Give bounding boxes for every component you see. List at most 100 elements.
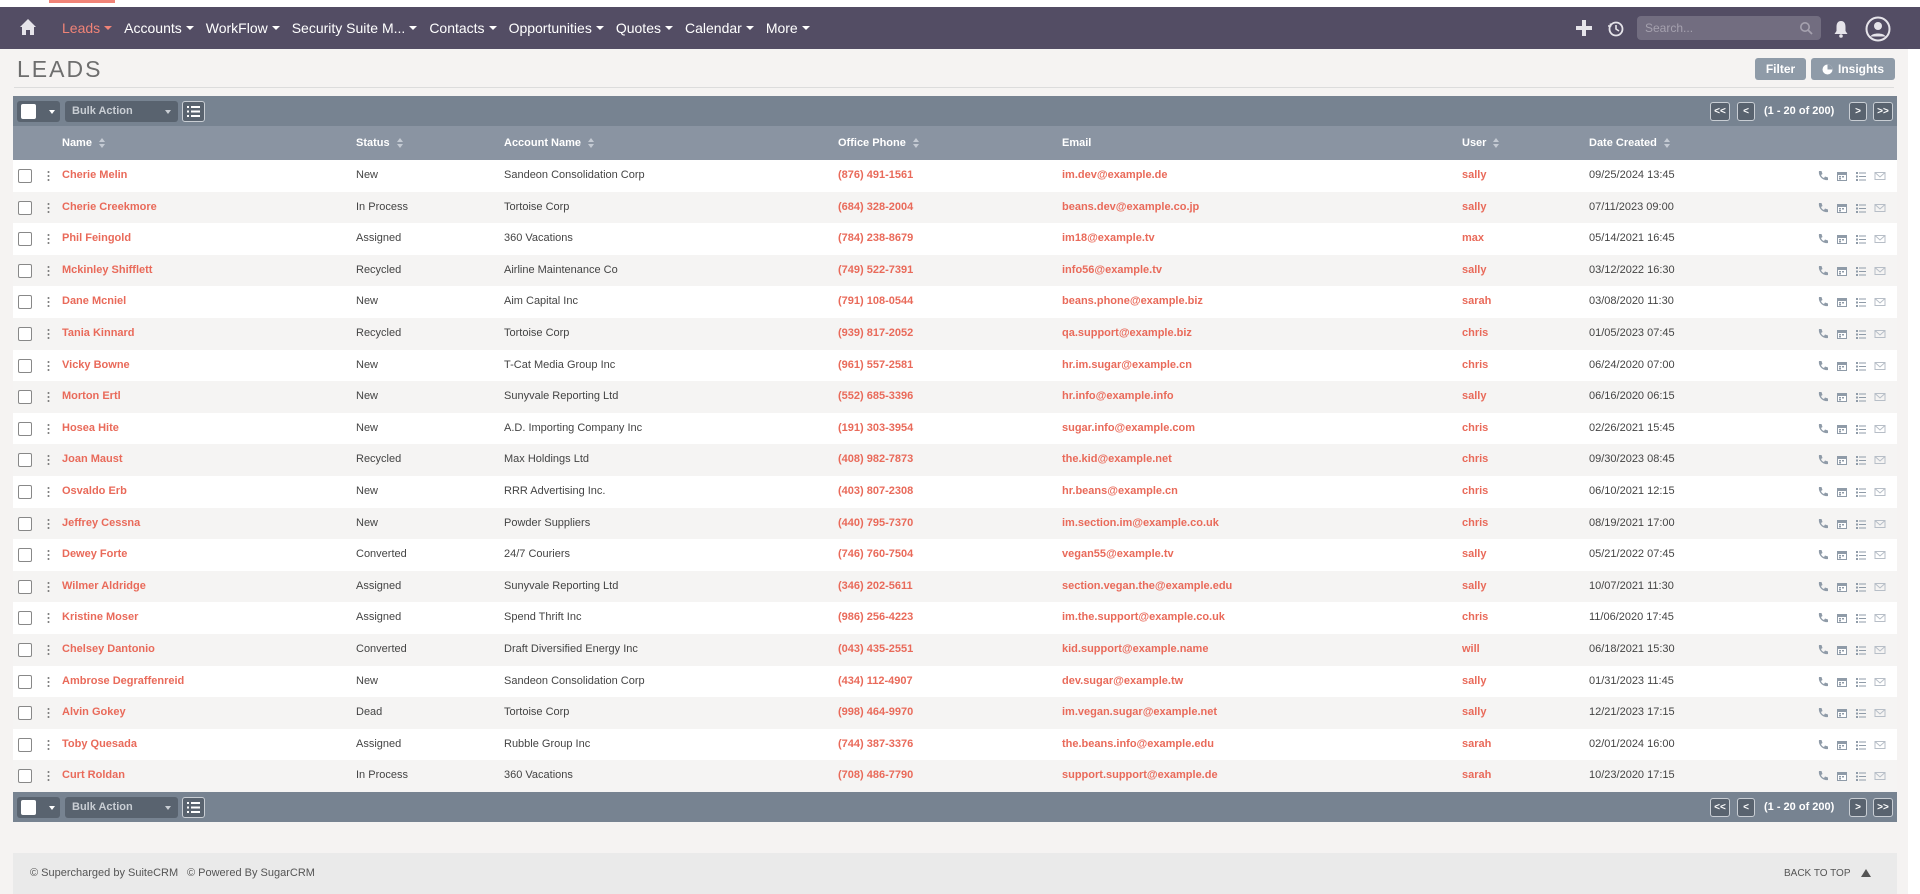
cell-phone[interactable]: (043) 435-2551 (838, 634, 913, 666)
row-checkbox[interactable] (18, 295, 32, 310)
tasks-icon[interactable] (1855, 170, 1867, 182)
cell-phone[interactable]: (191) 303-3954 (838, 413, 913, 445)
cell-email[interactable]: info56@example.tv (1062, 255, 1162, 287)
first-page-button[interactable]: << (1710, 102, 1730, 121)
tasks-icon[interactable] (1855, 612, 1867, 624)
cell-email[interactable]: im.section.im@example.co.uk (1062, 508, 1219, 540)
cell-user[interactable]: sally (1462, 539, 1486, 571)
phone-icon[interactable] (1817, 770, 1829, 782)
previous-page-button[interactable]: < (1737, 798, 1755, 817)
cell-phone[interactable]: (961) 557-2581 (838, 350, 913, 382)
email-icon[interactable] (1874, 739, 1886, 751)
email-icon[interactable] (1874, 328, 1886, 340)
cell-phone[interactable]: (708) 486-7790 (838, 760, 913, 792)
email-icon[interactable] (1874, 233, 1886, 245)
row-menu-dots-icon[interactable] (47, 454, 50, 466)
sort-icon[interactable] (912, 138, 920, 148)
create-plus-icon[interactable] (1575, 19, 1593, 37)
row-checkbox[interactable] (18, 326, 32, 341)
cell-phone[interactable]: (552) 685-3396 (838, 381, 913, 413)
email-icon[interactable] (1874, 202, 1886, 214)
bulk-action-dropdown[interactable]: Bulk Action (65, 101, 178, 122)
cell-email[interactable]: dev.sugar@example.tw (1062, 666, 1183, 698)
row-menu-dots-icon[interactable] (47, 202, 50, 214)
row-checkbox[interactable] (18, 169, 32, 183)
calendar-icon[interactable] (1836, 581, 1848, 593)
row-checkbox[interactable] (18, 390, 32, 405)
row-checkbox[interactable] (18, 358, 32, 373)
nav-menu-quotes[interactable]: Quotes (616, 7, 673, 49)
calendar-icon[interactable] (1836, 518, 1848, 530)
cell-email[interactable]: section.vegan.the@example.edu (1062, 571, 1232, 603)
previous-page-button[interactable]: < (1737, 102, 1755, 121)
email-icon[interactable] (1874, 423, 1886, 435)
row-menu-dots-icon[interactable] (47, 233, 50, 245)
calendar-icon[interactable] (1836, 644, 1848, 656)
nav-menu-calendar[interactable]: Calendar (685, 7, 754, 49)
row-checkbox[interactable] (18, 200, 32, 215)
row-checkbox[interactable] (18, 579, 32, 594)
phone-icon[interactable] (1817, 676, 1829, 688)
filter-button[interactable]: Filter (1755, 58, 1806, 80)
cell-user[interactable]: max (1462, 223, 1484, 255)
row-menu-dots-icon[interactable] (47, 676, 50, 688)
calendar-icon[interactable] (1836, 202, 1848, 214)
phone-icon[interactable] (1817, 612, 1829, 624)
sort-icon[interactable] (98, 138, 106, 148)
row-checkbox[interactable] (18, 642, 32, 657)
calendar-icon[interactable] (1836, 360, 1848, 372)
phone-icon[interactable] (1817, 202, 1829, 214)
row-checkbox[interactable] (18, 548, 32, 563)
row-checkbox[interactable] (18, 484, 32, 499)
cell-user[interactable]: sally (1462, 255, 1486, 287)
email-icon[interactable] (1874, 644, 1886, 656)
search-input[interactable] (1645, 16, 1795, 40)
cell-phone[interactable]: (408) 982-7873 (838, 444, 913, 476)
tasks-icon[interactable] (1855, 518, 1867, 530)
email-icon[interactable] (1874, 518, 1886, 530)
tasks-icon[interactable] (1855, 296, 1867, 308)
tasks-icon[interactable] (1855, 644, 1867, 656)
cell-user[interactable]: chris (1462, 350, 1488, 382)
nav-menu-leads[interactable]: Leads (48, 0, 116, 49)
cell-phone[interactable]: (998) 464-9970 (838, 697, 913, 729)
row-menu-dots-icon[interactable] (47, 360, 50, 372)
cell-user[interactable]: sarah (1462, 729, 1491, 761)
sort-icon[interactable] (588, 138, 595, 148)
cell-name[interactable]: Hosea Hite (62, 413, 119, 445)
nav-menu-contacts[interactable]: Contacts (429, 7, 497, 49)
cell-email[interactable]: support.support@example.de (1062, 760, 1218, 792)
column-chooser-button[interactable] (182, 797, 205, 818)
phone-icon[interactable] (1817, 233, 1829, 245)
cell-email[interactable]: beans.phone@example.biz (1062, 286, 1203, 318)
phone-icon[interactable] (1817, 296, 1829, 308)
nav-menu-workflow[interactable]: WorkFlow (206, 7, 280, 49)
nav-menu-accounts[interactable]: Accounts (124, 7, 194, 49)
tasks-icon[interactable] (1855, 328, 1867, 340)
row-menu-dots-icon[interactable] (47, 328, 50, 340)
row-checkbox[interactable] (18, 611, 32, 626)
sort-icon[interactable] (396, 138, 404, 148)
cell-user[interactable]: sally (1462, 697, 1486, 729)
email-icon[interactable] (1874, 549, 1886, 561)
history-icon[interactable] (1607, 20, 1624, 37)
row-checkbox[interactable] (18, 737, 32, 752)
calendar-icon[interactable] (1836, 739, 1848, 751)
tasks-icon[interactable] (1855, 360, 1867, 372)
cell-email[interactable]: im18@example.tv (1062, 223, 1155, 255)
tasks-icon[interactable] (1855, 391, 1867, 403)
email-icon[interactable] (1874, 454, 1886, 466)
cell-name[interactable]: Joan Maust (62, 444, 123, 476)
nav-menu-opportunities[interactable]: Opportunities (509, 7, 604, 49)
cell-email[interactable]: im.vegan.sugar@example.net (1062, 697, 1217, 729)
home-icon[interactable] (19, 18, 37, 36)
cell-email[interactable]: the.kid@example.net (1062, 444, 1172, 476)
cell-email[interactable]: hr.im.sugar@example.cn (1062, 350, 1192, 382)
tasks-icon[interactable] (1855, 549, 1867, 561)
phone-icon[interactable] (1817, 707, 1829, 719)
arrow-up-icon[interactable] (1861, 869, 1871, 877)
cell-email[interactable]: vegan55@example.tv (1062, 539, 1174, 571)
calendar-icon[interactable] (1836, 486, 1848, 498)
email-icon[interactable] (1874, 391, 1886, 403)
cell-name[interactable]: Morton Ertl (62, 381, 121, 413)
